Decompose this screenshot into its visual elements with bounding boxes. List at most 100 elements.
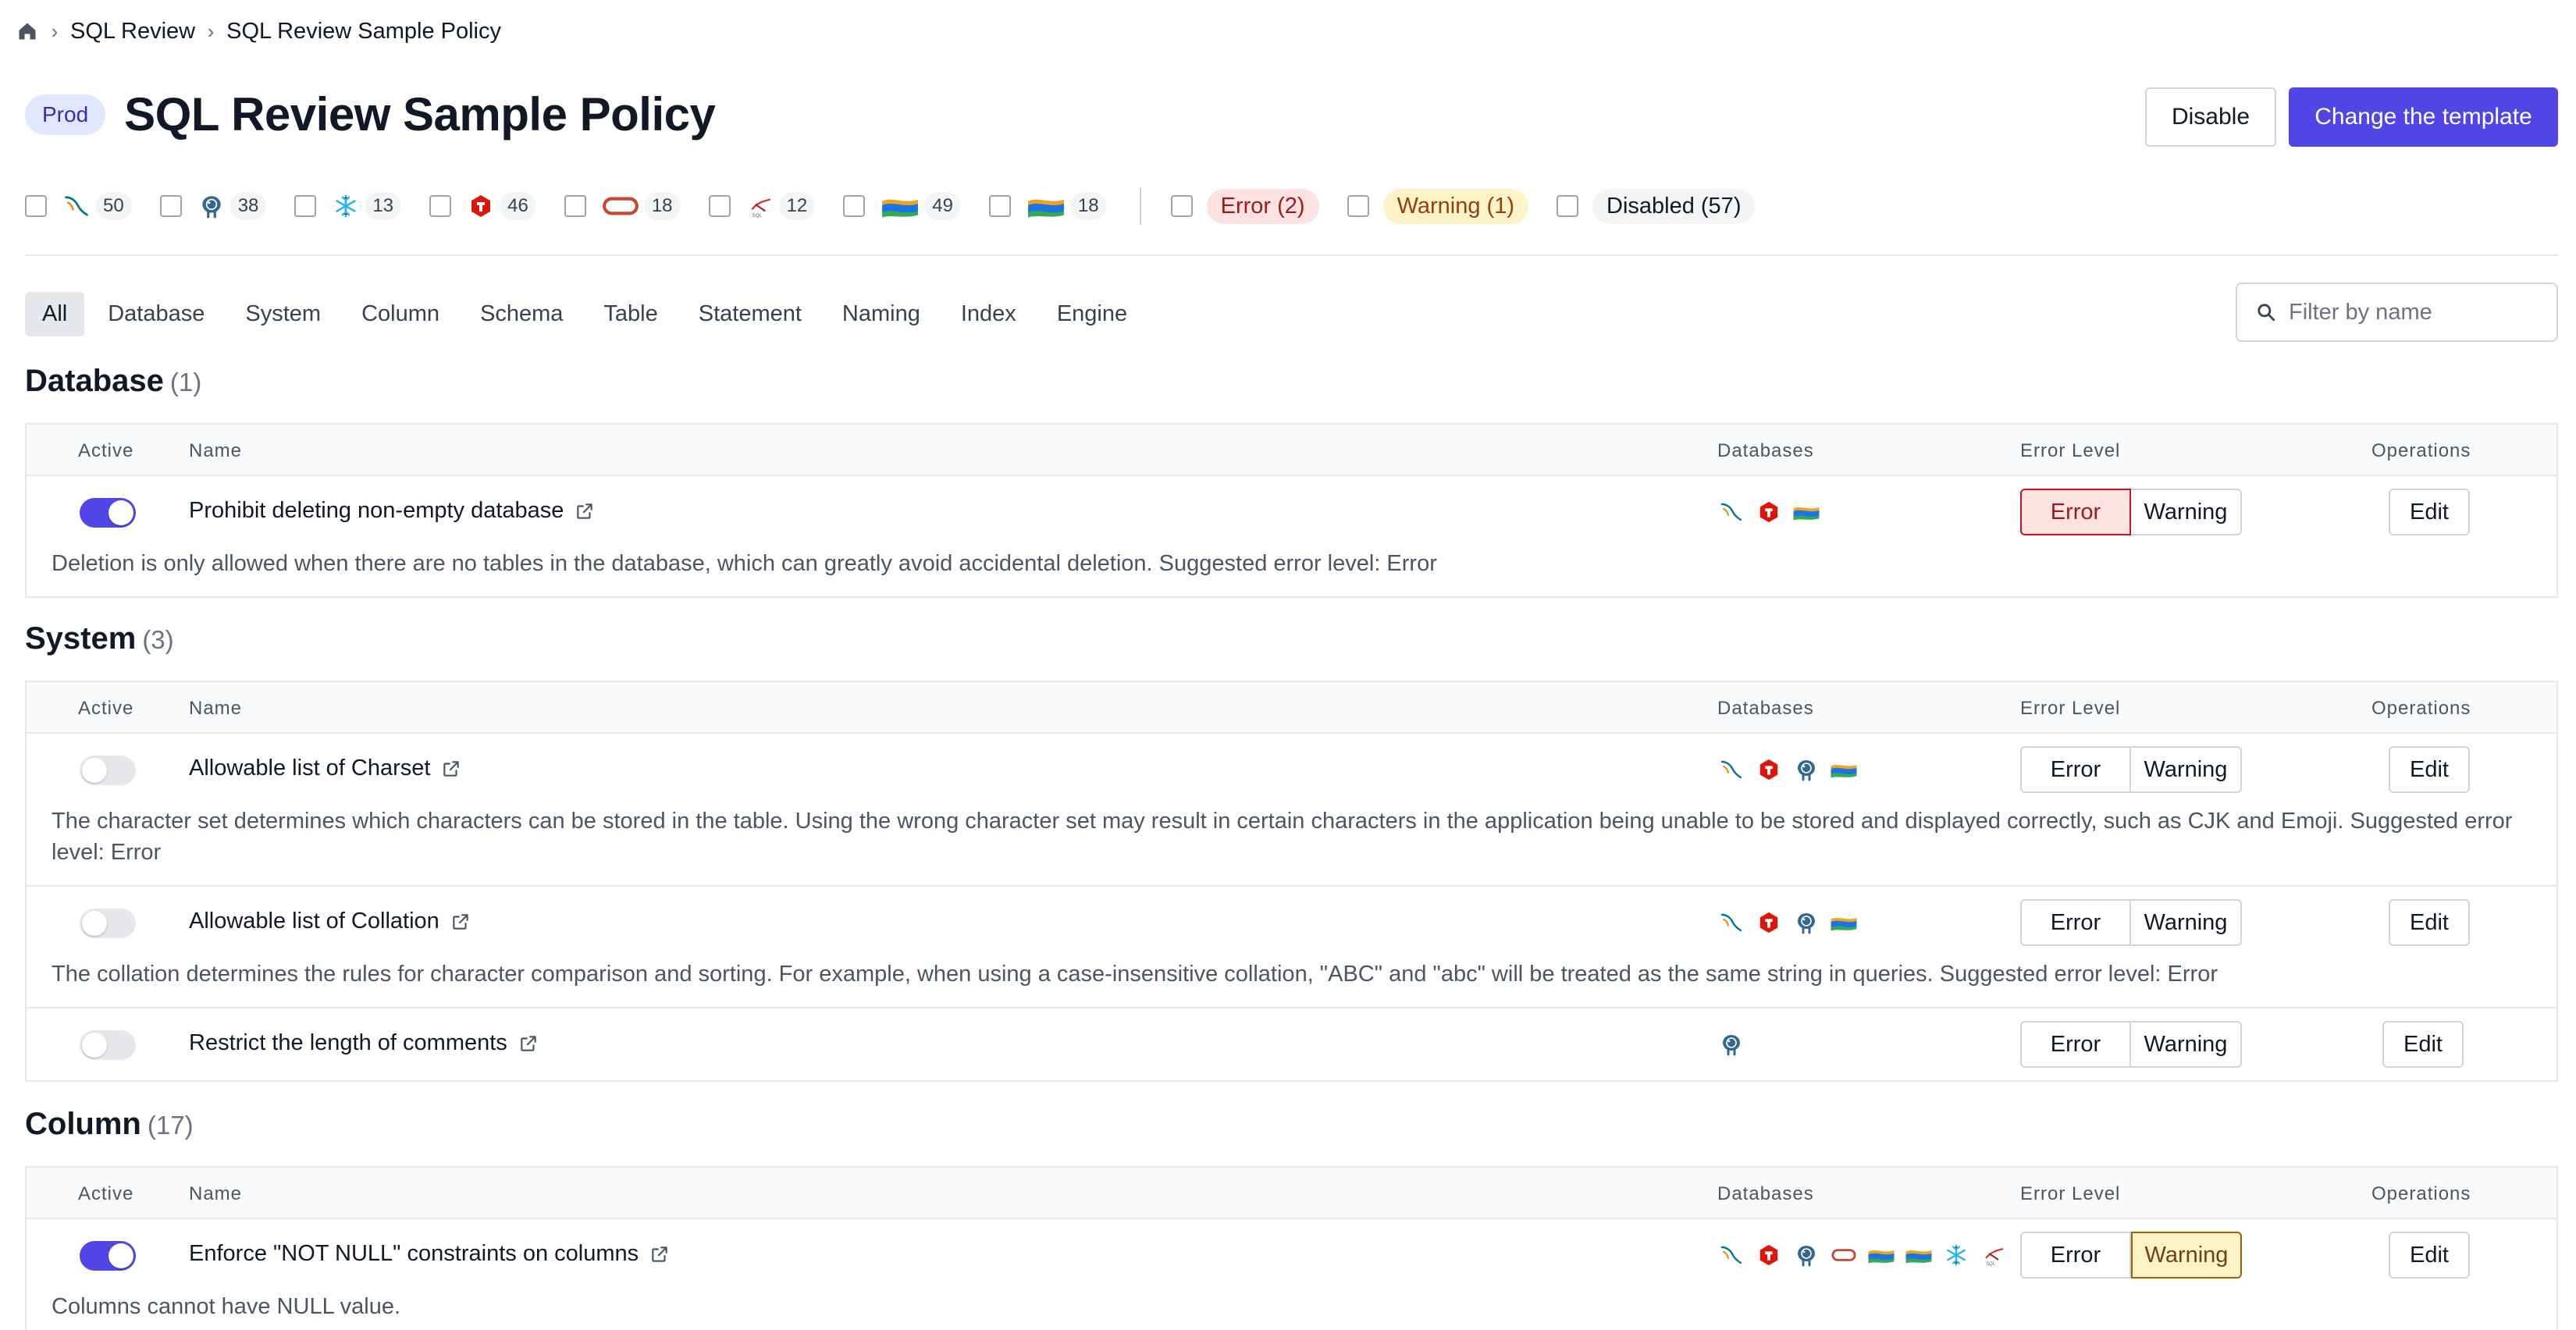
search-input[interactable] <box>2289 299 2539 325</box>
rule-name: Restrict the length of comments <box>189 1030 507 1055</box>
checkbox[interactable] <box>429 195 452 217</box>
checkbox[interactable] <box>564 195 586 217</box>
tab-database[interactable]: Database <box>91 292 222 336</box>
checkbox[interactable] <box>159 195 182 217</box>
tab-engine[interactable]: Engine <box>1040 292 1144 336</box>
external-link-icon[interactable] <box>441 759 461 779</box>
tab-column[interactable]: Column <box>344 292 457 336</box>
engine-filter-oceanbase-oracle[interactable]: 18 <box>988 190 1107 222</box>
change-template-button[interactable]: Change the template <box>2289 87 2558 147</box>
table-row: Allowable list of Charset Error Warning … <box>27 734 2556 887</box>
external-link-icon[interactable] <box>518 1033 539 1054</box>
table-header: Active Name Databases Error Level Operat… <box>27 1168 2556 1219</box>
edit-button[interactable]: Edit <box>2389 489 2470 535</box>
breadcrumb-sql-review[interactable]: SQL Review <box>70 19 195 44</box>
error-level-error[interactable]: Error <box>2020 1021 2131 1068</box>
tab-system[interactable]: System <box>228 292 338 336</box>
engine-filter-mysql[interactable]: 50 <box>25 190 132 222</box>
snowflake-icon <box>330 190 361 222</box>
error-level-warning[interactable]: Warning <box>2131 899 2242 946</box>
rule-name-cell: Allowable list of Collation <box>189 909 471 934</box>
tab-table[interactable]: Table <box>586 292 674 336</box>
col-error-level: Error Level <box>2020 1183 2121 1204</box>
rule-description: The collation determines the rules for c… <box>52 962 2218 987</box>
checkbox[interactable] <box>1557 195 1578 217</box>
oceanbase-oracle-icon <box>1025 190 1067 222</box>
edit-button[interactable]: Edit <box>2389 899 2470 946</box>
tab-all[interactable]: All <box>25 292 85 336</box>
filter-count: 38 <box>229 192 267 220</box>
active-toggle[interactable] <box>80 1030 136 1060</box>
section-count: (17) <box>147 1111 194 1140</box>
edit-button[interactable]: Edit <box>2382 1021 2464 1068</box>
rules-table-system: Active Name Databases Error Level Operat… <box>25 681 2558 1082</box>
page-header: Prod SQL Review Sample Policy <box>25 87 716 141</box>
engine-filter-sqlserver[interactable]: 12 <box>708 190 816 222</box>
tab-statement[interactable]: Statement <box>681 292 819 336</box>
external-link-icon[interactable] <box>575 501 595 521</box>
database-icons <box>1717 909 1867 937</box>
level-filter-warning[interactable]: Warning (1) <box>1347 188 1528 224</box>
postgresql-icon <box>1792 909 1820 937</box>
error-level-warning[interactable]: Warning <box>2131 489 2242 535</box>
disable-button[interactable]: Disable <box>2145 87 2276 147</box>
postgresql-icon <box>1792 756 1820 784</box>
rules-table-column: Active Name Databases Error Level Operat… <box>25 1166 2558 1330</box>
col-databases: Databases <box>1717 1183 1814 1204</box>
tidb-icon <box>465 190 496 222</box>
search-box[interactable] <box>2236 283 2558 342</box>
external-link-icon[interactable] <box>450 912 471 932</box>
active-toggle[interactable] <box>80 756 136 785</box>
engine-filter-snowflake[interactable]: 13 <box>294 190 402 222</box>
table-row: Enforce "NOT NULL" constraints on column… <box>27 1219 2556 1330</box>
active-toggle[interactable] <box>80 498 136 528</box>
active-toggle[interactable] <box>80 1241 136 1271</box>
tidb-icon <box>1755 498 1783 526</box>
edit-button[interactable]: Edit <box>2389 1232 2470 1278</box>
tab-schema[interactable]: Schema <box>463 292 580 336</box>
engine-filter-tidb[interactable]: 46 <box>429 190 536 222</box>
checkbox[interactable] <box>1347 195 1369 217</box>
section-title-system: System (3) <box>25 621 174 656</box>
error-level-error[interactable]: Error <box>2020 899 2131 946</box>
checkbox[interactable] <box>843 195 866 217</box>
level-filter-disabled[interactable]: Disabled (57) <box>1557 188 1756 224</box>
checkbox[interactable] <box>1170 195 1193 217</box>
col-name: Name <box>189 698 243 719</box>
error-level-toggle: Error Warning <box>2020 746 2242 793</box>
table-header: Active Name Databases Error Level Operat… <box>27 425 2556 476</box>
oceanbase-oracle-icon <box>1905 1241 1933 1269</box>
mysql-icon <box>1717 756 1745 784</box>
active-toggle[interactable] <box>80 909 136 938</box>
edit-button[interactable]: Edit <box>2389 746 2470 793</box>
oceanbase-icon <box>1867 1241 1895 1269</box>
error-level-error[interactable]: Error <box>2020 489 2131 535</box>
mysql-icon <box>61 190 92 222</box>
error-level-warning[interactable]: Warning <box>2131 1232 2242 1278</box>
error-level-error[interactable]: Error <box>2020 1232 2131 1278</box>
error-level-warning[interactable]: Warning <box>2131 746 2242 793</box>
engine-filter-oracle[interactable]: 18 <box>564 190 681 222</box>
section-name: Column <box>25 1107 141 1141</box>
chevron-right-icon: › <box>207 19 215 43</box>
checkbox[interactable] <box>294 195 317 217</box>
error-level-warning[interactable]: Warning <box>2131 1021 2242 1068</box>
environment-badge: Prod <box>25 94 106 135</box>
home-icon[interactable] <box>16 20 39 43</box>
engine-filter-postgresql[interactable]: 38 <box>159 190 267 222</box>
postgresql-icon <box>1792 1241 1820 1269</box>
tab-naming[interactable]: Naming <box>825 292 938 336</box>
divider <box>25 254 2558 256</box>
database-icons <box>1717 1241 2017 1269</box>
checkbox[interactable] <box>988 195 1011 217</box>
col-name: Name <box>189 1183 243 1204</box>
error-level-error[interactable]: Error <box>2020 746 2131 793</box>
checkbox[interactable] <box>708 195 731 217</box>
tab-index[interactable]: Index <box>944 292 1034 336</box>
checkbox[interactable] <box>25 195 47 217</box>
filter-count: 12 <box>778 192 816 220</box>
engine-filter-oceanbase[interactable]: 49 <box>843 190 961 222</box>
filter-bar: 50 38 13 46 18 12 49 18 Error (2) Warnin… <box>25 187 1783 225</box>
external-link-icon[interactable] <box>649 1244 670 1264</box>
level-filter-error[interactable]: Error (2) <box>1170 188 1319 224</box>
